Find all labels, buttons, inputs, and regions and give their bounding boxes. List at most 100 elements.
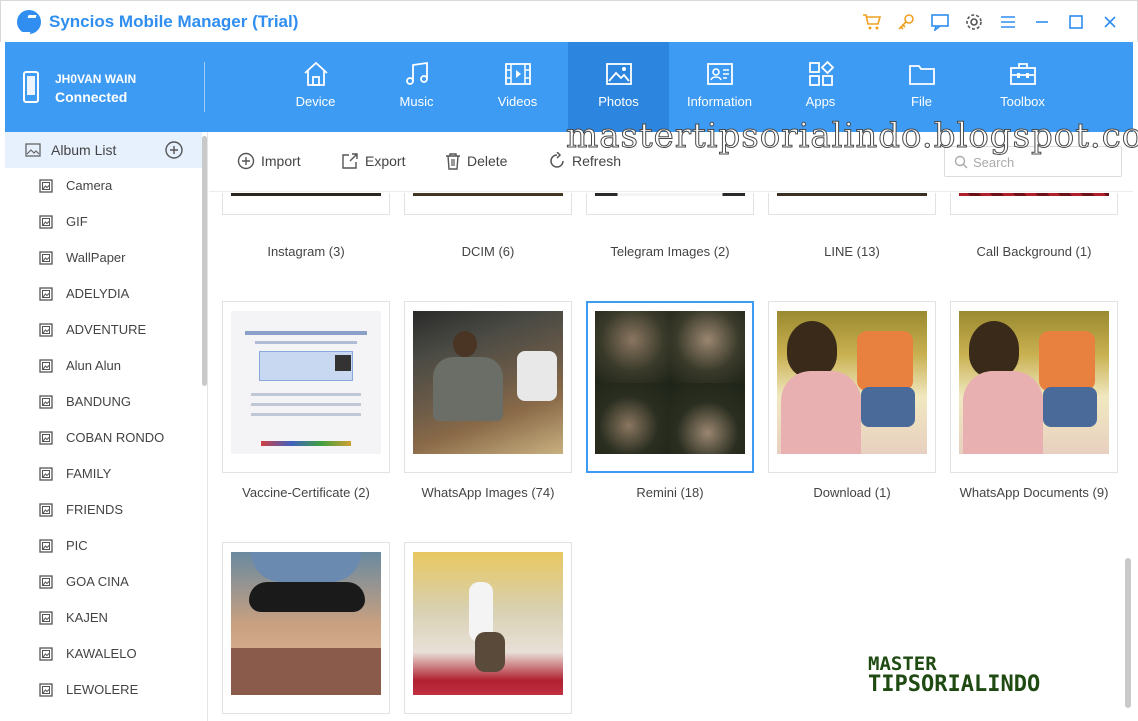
album-thumbnail <box>959 311 1109 454</box>
album-icon <box>39 647 53 661</box>
album-thumbnail <box>595 311 745 454</box>
album-icon <box>39 323 53 337</box>
album-label: Instagram (3) <box>267 244 345 259</box>
album-icon <box>39 683 53 697</box>
sidebar-item-pic[interactable]: PIC <box>5 528 202 564</box>
sidebar-item-bandung[interactable]: BANDUNG <box>5 384 202 420</box>
album-label: Download (1) <box>813 485 891 500</box>
album-icon <box>39 251 53 265</box>
album-grid: Instagram (3) DCIM (6) Telegram Images (… <box>209 193 1122 721</box>
album-list-header[interactable]: Album List <box>5 132 202 168</box>
album-thumbnail <box>231 552 381 695</box>
photo-icon <box>605 63 632 85</box>
album-icon <box>25 143 41 157</box>
apps-grid-icon <box>808 60 834 86</box>
album-label: WhatsApp Images (74) <box>421 485 555 500</box>
album-thumbnail <box>777 311 927 454</box>
maximize-icon[interactable] <box>1065 11 1087 33</box>
album-card-whatsapp-documents[interactable] <box>950 301 1118 473</box>
sidebar-scrollbar[interactable] <box>202 136 207 386</box>
sidebar-item-gif[interactable]: GIF <box>5 204 202 240</box>
feedback-icon[interactable] <box>929 11 951 33</box>
album-label: Call Background (1) <box>976 244 1092 259</box>
album-card-line[interactable] <box>768 193 936 215</box>
sidebar-item-friends[interactable]: FRIENDS <box>5 492 202 528</box>
brand-line2: TIPSORIALINDO <box>868 672 1041 697</box>
album-label: WhatsApp Documents (9) <box>959 485 1109 500</box>
home-icon <box>303 61 328 86</box>
device-status[interactable]: JH0VAN WAIN Connected <box>19 68 204 108</box>
add-album-icon[interactable] <box>165 141 183 159</box>
sidebar-item-label: KAWALELO <box>66 646 137 661</box>
album-label: DCIM (6) <box>461 244 515 259</box>
sidebar-item-lewolere[interactable]: LEWOLERE <box>5 672 202 708</box>
device-connection-status: Connected <box>55 89 128 105</box>
sidebar-item-label: LEWOLERE <box>66 682 139 697</box>
sidebar-item-label: ADVENTURE <box>66 322 147 337</box>
sidebar-item-coban-rondo[interactable]: COBAN RONDO <box>5 420 202 456</box>
delete-button[interactable]: Delete <box>445 152 507 170</box>
search-icon <box>954 155 968 169</box>
content-scrollbar[interactable] <box>1125 558 1131 708</box>
album-icon <box>39 431 53 445</box>
sidebar-item-camera[interactable]: Camera <box>5 168 202 204</box>
album-card[interactable] <box>222 542 390 714</box>
app-title: Syncios Mobile Manager (Trial) <box>49 12 299 31</box>
album-card-whatsapp-images[interactable] <box>404 301 572 473</box>
album-icon <box>39 215 53 229</box>
sidebar-item-label: FRIENDS <box>66 502 124 517</box>
tab-music[interactable]: Music <box>366 42 467 132</box>
album-card-telegram[interactable] <box>586 193 754 215</box>
nav-divider <box>204 62 205 112</box>
sidebar-item-adventure[interactable]: ADVENTURE <box>5 312 202 348</box>
sidebar-item-label: KAJEN <box>66 610 108 625</box>
album-card-call-background[interactable] <box>950 193 1118 215</box>
sidebar-item-adelydia[interactable]: ADELYDIA <box>5 276 202 312</box>
album-label: Remini (18) <box>636 485 704 500</box>
sidebar-item-goa-cina[interactable]: GOA CINA <box>5 564 202 600</box>
album-icon <box>39 467 53 481</box>
tab-device[interactable]: Device <box>265 42 366 132</box>
album-card[interactable] <box>404 542 572 714</box>
album-icon <box>39 395 53 409</box>
trash-icon <box>446 153 460 170</box>
album-card-download[interactable] <box>768 301 936 473</box>
album-thumbnail <box>959 193 1109 196</box>
phone-icon <box>23 71 39 103</box>
album-thumbnail <box>413 552 563 695</box>
menu-icon[interactable] <box>997 11 1019 33</box>
album-icon <box>39 611 53 625</box>
gear-icon[interactable] <box>963 11 985 33</box>
brand-logo: MASTER TIPSORIALINDO <box>868 655 1040 696</box>
sidebar-item-label: Alun Alun <box>66 358 121 373</box>
minimize-icon[interactable] <box>1031 11 1053 33</box>
album-card-instagram[interactable] <box>222 193 390 215</box>
album-thumbnail <box>413 193 563 196</box>
album-card-dcim[interactable] <box>404 193 572 215</box>
toolbox-icon <box>1009 63 1036 85</box>
contact-card-icon <box>706 63 733 85</box>
tab-videos[interactable]: Videos <box>467 42 568 132</box>
album-label: Vaccine-Certificate (2) <box>242 485 370 500</box>
close-icon[interactable] <box>1099 11 1121 33</box>
album-card-vaccine-certificate[interactable] <box>222 301 390 473</box>
sidebar-item-label: ADELYDIA <box>66 286 130 301</box>
album-thumbnail <box>777 193 927 196</box>
album-card-remini[interactable] <box>586 301 754 473</box>
album-thumbnail <box>595 193 745 196</box>
sidebar-item-label: PIC <box>66 538 88 553</box>
sidebar-item-wallpaper[interactable]: WallPaper <box>5 240 202 276</box>
sidebar-item-label: COBAN RONDO <box>66 430 165 445</box>
sidebar-item-family[interactable]: FAMILY <box>5 456 202 492</box>
plus-circle-icon <box>237 152 255 170</box>
export-button[interactable]: Export <box>341 152 405 170</box>
sidebar-item-label: WallPaper <box>66 250 126 265</box>
cart-icon[interactable] <box>861 11 883 33</box>
import-button[interactable]: Import <box>237 152 301 170</box>
sidebar-item-kawalelo[interactable]: KAWALELO <box>5 636 202 672</box>
sidebar-item-alun-alun[interactable]: Alun Alun <box>5 348 202 384</box>
sidebar-item-label: BANDUNG <box>66 394 132 409</box>
album-thumbnail <box>231 193 381 196</box>
key-icon[interactable] <box>895 11 917 33</box>
sidebar-item-kajen[interactable]: KAJEN <box>5 600 202 636</box>
